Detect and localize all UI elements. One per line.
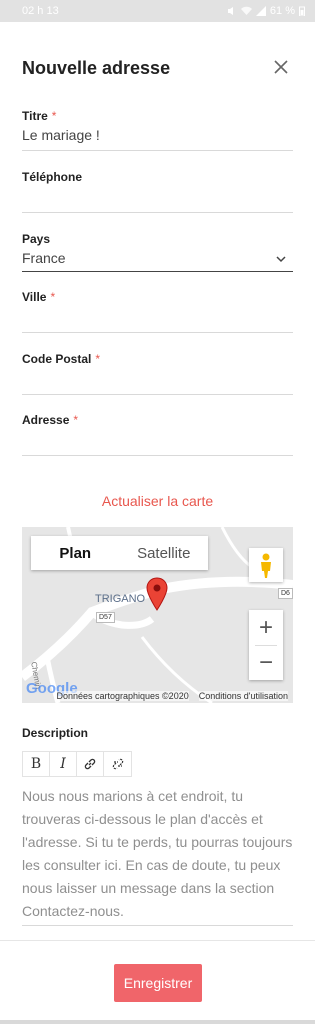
save-button[interactable]: Enregistrer [114,964,202,1002]
signal-icon [255,6,266,16]
description-editor[interactable]: Nous nous marions à cet endroit, tu trou… [22,785,293,926]
address-label: Adresse * [22,413,79,427]
city-input[interactable] [22,308,293,328]
phone-input[interactable] [22,188,293,208]
footer-divider [0,940,315,941]
map-footer: Données cartographiques ©2020 Conditions… [22,689,293,703]
status-bar: 02 h 13 61 % [0,0,315,22]
wifi-icon [240,6,252,15]
link-icon [84,758,96,770]
postal-code-label: Code Postal * [22,352,101,366]
street-view-pegman-icon[interactable] [249,548,283,582]
map-type-plan-button[interactable]: Plan [31,536,120,570]
phone-label: Téléphone [22,170,83,184]
map-marker-icon[interactable] [146,577,168,611]
zoom-in-button[interactable]: + [249,610,283,645]
road-label-d57: D57 [96,612,115,623]
title-field[interactable]: Titre * Le mariage ! [22,109,293,151]
title-input[interactable]: Le mariage ! [22,127,293,147]
city-field[interactable]: Ville * [22,290,293,333]
city-label: Ville * [22,290,56,304]
map-terms-link[interactable]: Conditions d'utilisation [198,691,288,701]
map-type-control: Plan Satellite [31,536,208,570]
chevron-down-icon[interactable] [275,253,287,265]
phone-field[interactable]: Téléphone [22,170,293,213]
close-icon[interactable] [272,58,290,76]
map-place-label: TRIGANO [95,593,146,605]
map[interactable]: Plan Satellite TRIGANO D57 D6 Chemin + −… [22,527,293,703]
country-select[interactable]: Pays France [22,232,293,272]
mute-icon [227,7,233,15]
zoom-divider [255,645,277,646]
battery-percent: 61 % [269,5,295,17]
unlink-icon [112,758,123,770]
country-value[interactable]: France [22,250,293,270]
description-label: Description [22,726,89,740]
map-attribution: Données cartographiques ©2020 [56,691,189,701]
country-label: Pays [22,232,51,246]
title-label: Titre * [22,109,57,123]
postal-code-input[interactable] [22,370,293,390]
zoom-out-button[interactable]: − [249,645,283,680]
address-input[interactable] [22,431,293,451]
editor-toolbar: B I [22,751,132,777]
link-button[interactable] [77,752,104,776]
postal-code-field[interactable]: Code Postal * [22,352,293,395]
address-field[interactable]: Adresse * [22,413,293,456]
unlink-button[interactable] [104,752,131,776]
pegman-figure-icon [261,553,271,578]
battery-icon [299,6,305,16]
italic-button[interactable]: I [50,752,77,776]
refresh-map-link[interactable]: Actualiser la carte [0,493,315,509]
road-label-d6: D6 [278,588,293,599]
status-icons: 61 % [227,5,305,17]
zoom-control: + − [249,610,283,680]
modal-title: Nouvelle adresse [22,58,171,78]
map-type-satellite-button[interactable]: Satellite [120,536,209,570]
screen-bottom-edge [0,1020,315,1024]
bold-button[interactable]: B [23,752,50,776]
status-time: 02 h 13 [22,5,59,17]
